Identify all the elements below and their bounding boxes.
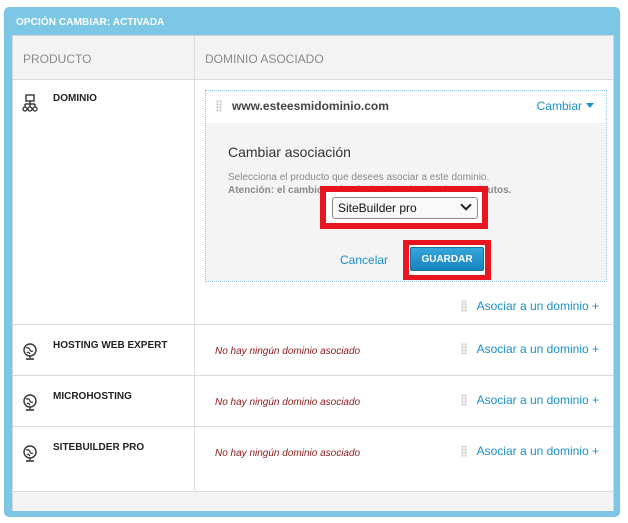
no-domain-text: No hay ningún dominio asociado bbox=[215, 346, 361, 357]
domain-box: www.esteesmidominio.com Cambiar Cambiar … bbox=[205, 90, 607, 282]
column-divider bbox=[194, 36, 195, 490]
associate-domain-label: Asociar a un dominio + bbox=[476, 342, 599, 356]
globe-icon bbox=[22, 445, 38, 463]
associate-domain-label: Asociar a un dominio + bbox=[476, 299, 599, 313]
column-header-domain: DOMINIO ASOCIADO bbox=[205, 52, 324, 66]
row-divider bbox=[13, 426, 613, 427]
products-table: PRODUCTO DOMINIO ASOCIADO DOMINIO www.es… bbox=[12, 35, 614, 511]
drag-handle-icon bbox=[460, 300, 467, 312]
globe-icon bbox=[22, 394, 38, 412]
globe-icon bbox=[22, 343, 38, 361]
associate-domain-link[interactable]: Asociar a un dominio + bbox=[460, 299, 599, 313]
associate-domain-label: Asociar a un dominio + bbox=[476, 393, 599, 407]
drag-handle-icon bbox=[460, 445, 467, 457]
select-highlight: SiteBuilder pro bbox=[320, 186, 488, 229]
product-select[interactable]: SiteBuilder pro bbox=[332, 197, 478, 219]
table-header: PRODUCTO DOMINIO ASOCIADO bbox=[13, 36, 613, 80]
row-divider bbox=[13, 324, 613, 325]
product-name: SITEBUILDER PRO bbox=[53, 442, 145, 453]
column-header-product: PRODUCTO bbox=[23, 52, 92, 66]
drag-handle-icon bbox=[460, 394, 467, 406]
drag-handle-icon[interactable] bbox=[216, 100, 222, 112]
associate-domain-link[interactable]: Asociar a un dominio + bbox=[460, 393, 599, 407]
row-divider bbox=[13, 375, 613, 376]
product-name: DOMINIO bbox=[53, 93, 97, 104]
products-panel: OPCIÓN CAMBIAR: ACTIVADA PRODUCTO DOMINI… bbox=[4, 7, 620, 517]
change-association-title: Cambiar asociación bbox=[228, 144, 351, 160]
panel-title: OPCIÓN CAMBIAR: ACTIVADA bbox=[16, 17, 165, 28]
network-icon bbox=[22, 94, 38, 112]
no-domain-text: No hay ningún dominio asociado bbox=[215, 448, 361, 459]
product-name: HOSTING WEB EXPERT bbox=[53, 340, 168, 351]
associate-domain-link[interactable]: Asociar a un dominio + bbox=[460, 444, 599, 458]
no-domain-text: No hay ningún dominio asociado bbox=[215, 397, 361, 408]
save-button[interactable]: GUARDAR bbox=[410, 247, 484, 271]
caret-down-icon bbox=[586, 103, 594, 108]
save-highlight: GUARDAR bbox=[403, 240, 491, 280]
domain-name: www.esteesmidominio.com bbox=[232, 99, 389, 113]
change-association-panel: Cambiar asociación Selecciona el product… bbox=[206, 123, 606, 281]
table-footer bbox=[13, 491, 613, 511]
description-text: Selecciona el producto que desees asocia… bbox=[228, 172, 490, 183]
associate-domain-label: Asociar a un dominio + bbox=[476, 444, 599, 458]
associate-domain-link[interactable]: Asociar a un dominio + bbox=[460, 342, 599, 356]
chevron-down-icon bbox=[460, 199, 472, 211]
product-name: MICROHOSTING bbox=[53, 391, 132, 402]
change-dropdown[interactable]: Cambiar bbox=[537, 99, 594, 113]
product-select-value: SiteBuilder pro bbox=[338, 201, 417, 215]
change-label: Cambiar bbox=[536, 99, 582, 113]
drag-handle-icon bbox=[460, 343, 467, 355]
cancel-link[interactable]: Cancelar bbox=[340, 253, 388, 267]
